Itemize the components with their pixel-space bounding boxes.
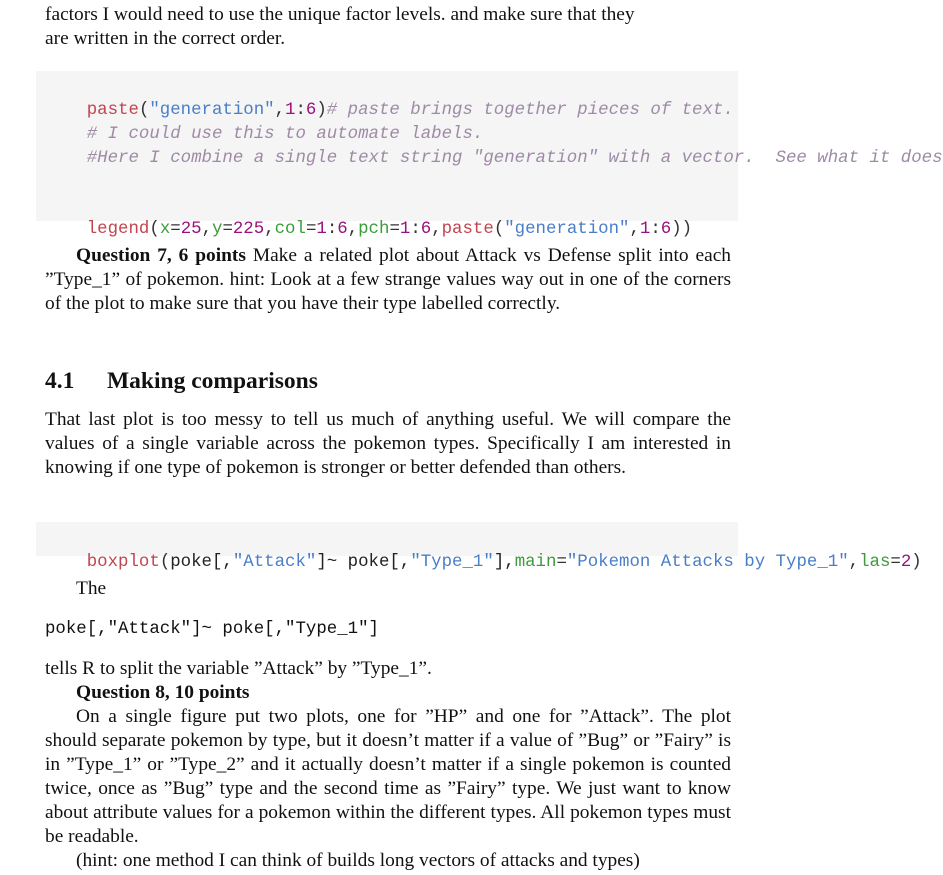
explanation-the: The bbox=[76, 578, 107, 599]
section-heading: 4.1 Making comparisons bbox=[45, 367, 318, 395]
question-7-label: Question 7, 6 points bbox=[76, 245, 246, 266]
question-8-text: On a single figure put two plots, one fo… bbox=[45, 706, 731, 847]
section-number: 4.1 bbox=[45, 368, 75, 394]
code-comment: #Here I combine a single text string "ge… bbox=[86, 149, 943, 168]
code-function: legend bbox=[86, 220, 150, 239]
question-8-hint: (hint: one method I can think of builds … bbox=[76, 850, 640, 871]
question-8: Question 8, 10 points On a single figure… bbox=[45, 681, 731, 873]
section-paragraph-text: That last plot is too messy to tell us m… bbox=[45, 409, 731, 478]
intro-line-1: factors I would need to use the unique f… bbox=[45, 4, 635, 25]
section-title: Making comparisons bbox=[107, 368, 318, 394]
explanation-tells: tells R to split the variable ”Attack” b… bbox=[45, 658, 432, 679]
question-7: Question 7, 6 points Make a related plot… bbox=[45, 244, 731, 316]
inline-code-formula: poke[,"Attack"]~ poke[,"Type_1"] bbox=[45, 620, 379, 639]
code-line-comment-3: #Here I combine a single text string "ge… bbox=[45, 123, 943, 195]
question-8-label: Question 8, 10 points bbox=[76, 682, 250, 703]
section-paragraph: That last plot is too messy to tell us m… bbox=[45, 408, 731, 480]
intro-line-2: are written in the correct order. bbox=[45, 28, 286, 49]
code-function: boxplot bbox=[86, 553, 160, 572]
document-page: factors I would need to use the unique f… bbox=[0, 0, 943, 875]
intro-paragraph: factors I would need to use the unique f… bbox=[45, 3, 731, 51]
